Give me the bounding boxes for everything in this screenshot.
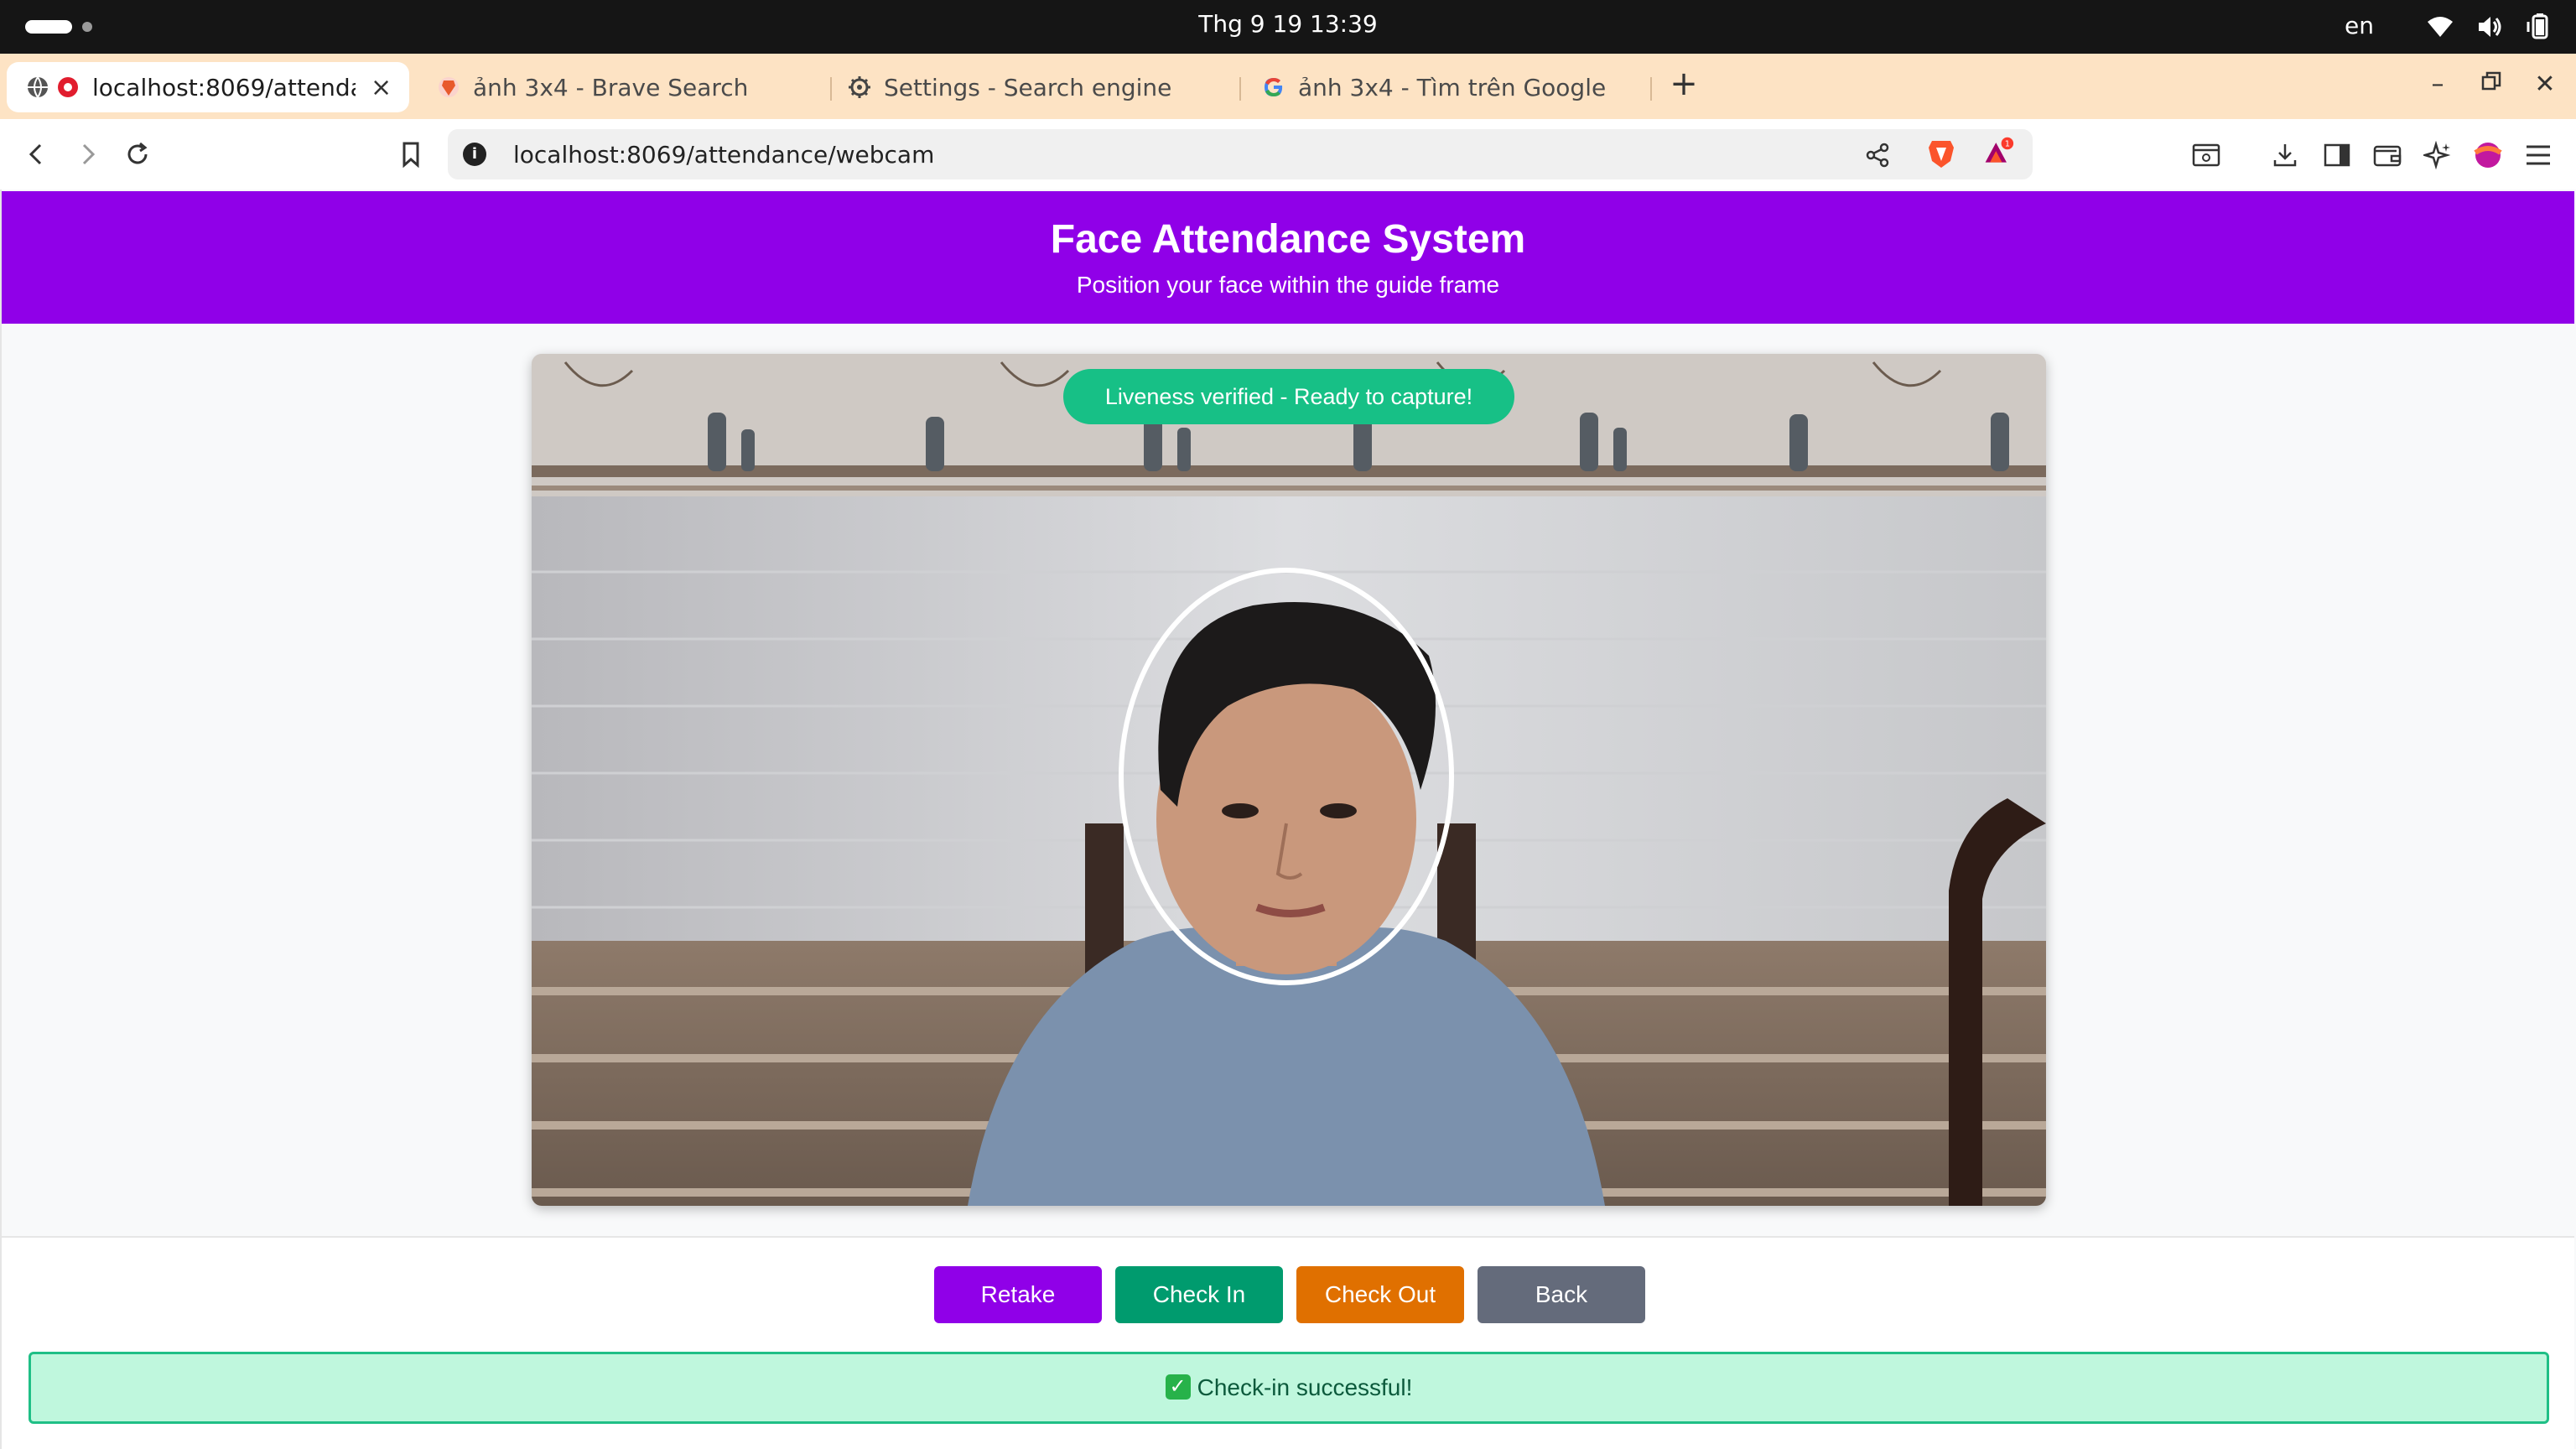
gear-icon <box>847 75 872 100</box>
brave-search-icon <box>436 75 461 100</box>
page-subtitle: Position your face within the guide fram… <box>1076 272 1500 298</box>
sidebar-icon[interactable] <box>2321 139 2353 171</box>
system-top-bar: Thg 9 19 13:39 en <box>0 0 2576 54</box>
page-content: Face Attendance System Position your fac… <box>0 190 2576 1449</box>
tab-separator <box>1239 77 1241 101</box>
tab-label: ảnh 3x4 - Tìm trên Google <box>1298 73 1607 101</box>
leo-ai-icon[interactable] <box>2422 139 2454 171</box>
webcam-preview <box>532 354 2046 1206</box>
site-info-icon[interactable]: i <box>463 143 486 166</box>
brave-rewards-icon[interactable]: 1 <box>1982 136 2014 168</box>
app-header: Face Attendance System Position your fac… <box>2 191 2574 324</box>
share-icon[interactable] <box>1862 139 1893 171</box>
tab-label: localhost:8069/attenda <box>92 73 356 101</box>
tab-attendance[interactable]: localhost:8069/attenda × <box>7 62 409 112</box>
tab-separator <box>1650 77 1652 101</box>
wallet-icon[interactable] <box>2371 139 2403 171</box>
alert-message: Check-in successful! <box>1197 1374 1413 1400</box>
battery-icon[interactable] <box>2524 12 2554 42</box>
success-alert: ✓ Check-in successful! <box>29 1352 2549 1424</box>
restore-window-button[interactable] <box>2477 70 2506 99</box>
back-nav-button[interactable] <box>18 136 55 173</box>
liveness-status-badge: Liveness verified - Ready to capture! <box>1063 369 1514 424</box>
retake-button[interactable]: Retake <box>934 1266 1102 1323</box>
wifi-icon[interactable] <box>2425 12 2455 42</box>
keyboard-language[interactable]: en <box>2345 12 2374 39</box>
profile-avatar[interactable] <box>2472 139 2504 171</box>
recording-icon <box>55 75 80 100</box>
check-mark-icon: ✓ <box>1165 1374 1191 1400</box>
back-button[interactable]: Back <box>1478 1266 1645 1323</box>
forward-nav-button[interactable] <box>69 136 106 173</box>
globe-icon <box>25 75 50 100</box>
tab-label: Settings - Search engine <box>884 73 1172 101</box>
menu-icon[interactable] <box>2522 139 2554 171</box>
close-tab-icon[interactable]: × <box>371 73 392 102</box>
close-window-button[interactable]: ✕ <box>2531 70 2559 99</box>
brave-shields-icon[interactable] <box>1925 138 1957 169</box>
download-icon[interactable] <box>2269 139 2301 171</box>
tab-settings[interactable]: Settings - Search engine <box>847 62 1224 112</box>
address-bar[interactable]: i localhost:8069/attendance/webcam 1 <box>448 129 2033 179</box>
minimize-window-button[interactable]: – <box>2423 70 2452 99</box>
svg-text:1: 1 <box>2005 140 2010 149</box>
google-icon <box>1261 75 1286 100</box>
system-clock[interactable]: Thg 9 19 13:39 <box>1162 10 1414 38</box>
url-text[interactable]: localhost:8069/attendance/webcam <box>513 141 934 169</box>
page-title: Face Attendance System <box>1050 217 1526 262</box>
tab-google[interactable]: ảnh 3x4 - Tìm trên Google <box>1261 62 1647 112</box>
workspace-indicator-dot[interactable] <box>82 22 92 32</box>
action-panel: Retake Check In Check Out Back ✓ Check-in… <box>2 1236 2574 1449</box>
tab-separator <box>830 77 832 101</box>
browser-toolbar: i localhost:8069/attendance/webcam 1 <box>0 119 2576 190</box>
check-in-button[interactable]: Check In <box>1115 1266 1283 1323</box>
tab-brave-search[interactable]: ảnh 3x4 - Brave Search <box>436 62 813 112</box>
reader-mode-icon[interactable] <box>2190 139 2222 171</box>
bookmark-icon[interactable] <box>392 136 429 173</box>
new-tab-button[interactable]: + <box>1667 67 1701 101</box>
check-out-button[interactable]: Check Out <box>1296 1266 1464 1323</box>
volume-icon[interactable] <box>2475 12 2506 42</box>
tab-label: ảnh 3x4 - Brave Search <box>473 73 749 101</box>
tab-strip: localhost:8069/attenda × ảnh 3x4 - Brave… <box>0 54 2576 119</box>
reload-button[interactable] <box>119 136 156 173</box>
workspace-indicator-active[interactable] <box>25 20 72 34</box>
